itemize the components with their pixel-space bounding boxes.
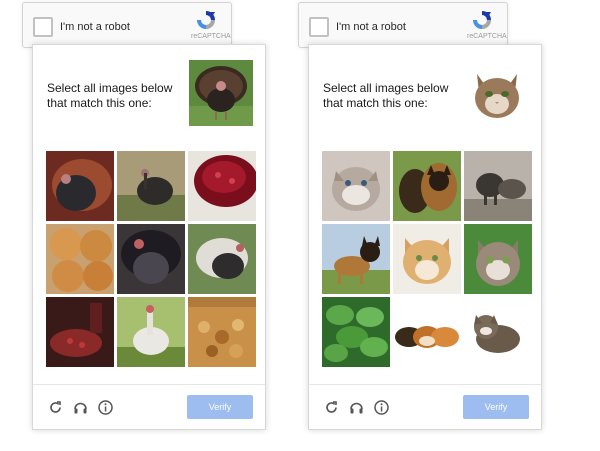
footer-divider (309, 384, 541, 385)
grid-tile-bread-rolls[interactable] (46, 224, 114, 294)
grid-tile-dog[interactable] (322, 224, 390, 294)
grid-tile-kitten[interactable] (322, 151, 390, 221)
grid-tile-kitten[interactable] (393, 224, 461, 294)
grid-tile-stuffing[interactable] (188, 297, 256, 367)
grid-tile-turkey[interactable] (188, 224, 256, 294)
grid-tile-dogs[interactable] (464, 151, 532, 221)
checkbox-label: I'm not a robot (336, 21, 406, 33)
recaptcha-brand: reCAPTCHA (191, 33, 231, 40)
instruction-line-2: that match this one: (47, 96, 152, 110)
image-grid (46, 151, 256, 369)
challenge-panel: Select all images below that match this … (308, 44, 542, 430)
recaptcha-brand: reCAPTCHA (467, 33, 507, 40)
grid-tile-guinea-pigs[interactable] (393, 297, 461, 367)
grid-tile-dogs[interactable] (393, 151, 461, 221)
info-icon[interactable] (373, 399, 390, 416)
checkbox-label: I'm not a robot (60, 21, 130, 33)
checkbox[interactable] (309, 17, 329, 37)
instruction-line-1: Select all images below (323, 81, 449, 95)
grid-tile-plant[interactable] (322, 297, 390, 367)
recaptcha-anchor: I'm not a robot reCAPTCHA (22, 2, 232, 48)
instruction-line-1: Select all images below (47, 81, 173, 95)
recaptcha-icon (197, 11, 215, 29)
grid-tile-cranberry-sauce[interactable] (188, 151, 256, 221)
footer-controls (47, 399, 114, 416)
grid-tile-turkey[interactable] (46, 151, 114, 221)
audio-icon[interactable] (72, 399, 89, 416)
instruction-line-2: that match this one: (323, 96, 428, 110)
recaptcha-logo: reCAPTCHA (467, 9, 507, 45)
image-grid (322, 151, 532, 369)
grid-tile-turkey[interactable] (117, 151, 185, 221)
verify-button[interactable]: Verify (187, 395, 253, 419)
reload-icon[interactable] (323, 399, 340, 416)
footer-controls (323, 399, 390, 416)
challenge-panel: Select all images below that match this … (32, 44, 266, 430)
captcha-widget-left: I'm not a robot reCAPTCHA Select all ima… (22, 0, 266, 432)
grid-tile-turkey[interactable] (117, 297, 185, 367)
grid-tile-turkey[interactable] (117, 224, 185, 294)
footer-divider (33, 384, 265, 385)
instructions: Select all images below that match this … (323, 81, 448, 111)
verify-button[interactable]: Verify (463, 395, 529, 419)
sample-image-turkey (189, 60, 253, 126)
grid-tile-kitten[interactable] (464, 297, 532, 367)
instructions: Select all images below that match this … (47, 81, 172, 111)
checkbox[interactable] (33, 17, 53, 37)
sample-image-cat (465, 60, 529, 126)
recaptcha-anchor: I'm not a robot reCAPTCHA (298, 2, 508, 48)
captcha-widget-right: I'm not a robot reCAPTCHA Select all ima… (298, 0, 542, 432)
info-icon[interactable] (97, 399, 114, 416)
grid-tile-kitten[interactable] (464, 224, 532, 294)
reload-icon[interactable] (47, 399, 64, 416)
audio-icon[interactable] (348, 399, 365, 416)
recaptcha-logo: reCAPTCHA (191, 9, 231, 45)
recaptcha-icon (473, 11, 491, 29)
grid-tile-cranberry-sauce[interactable] (46, 297, 114, 367)
